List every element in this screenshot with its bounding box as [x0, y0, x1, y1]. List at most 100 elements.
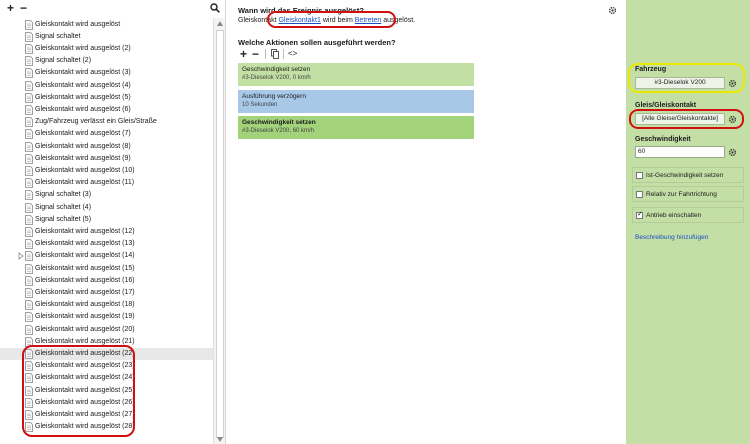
- gear-icon[interactable]: [608, 6, 617, 15]
- document-icon: [25, 190, 33, 201]
- tree-item[interactable]: Gleiskontakt wird ausgelöst (14): [0, 250, 213, 262]
- action-card[interactable]: Geschwindigkeit setzen #3-Dieselok V200, …: [238, 63, 474, 86]
- remove-event-button[interactable]: −: [20, 2, 27, 14]
- tree-item[interactable]: Gleiskontakt wird ausgelöst (7): [0, 128, 213, 140]
- tree-item-label: Gleiskontakt wird ausgelöst (20): [35, 325, 135, 333]
- track-gear-icon[interactable]: [728, 115, 737, 124]
- tree-item[interactable]: Gleiskontakt wird ausgelöst (4): [0, 80, 213, 92]
- tree-item-label: Gleiskontakt wird ausgelöst (4): [35, 81, 131, 89]
- expand-arrow-icon[interactable]: [18, 252, 24, 261]
- tree-item[interactable]: Gleiskontakt wird ausgelöst (24): [0, 372, 213, 384]
- tree-item-label: Gleiskontakt wird ausgelöst (21): [35, 337, 135, 345]
- checkmark-icon: ✓: [637, 211, 643, 218]
- tree-item[interactable]: Gleiskontakt wird ausgelöst (21): [0, 336, 213, 348]
- document-icon: [25, 385, 33, 396]
- speed-input[interactable]: 60: [635, 146, 725, 158]
- tree-item[interactable]: Gleiskontakt wird ausgelöst (27): [0, 409, 213, 421]
- scroll-up-icon[interactable]: [217, 21, 223, 26]
- tree-item[interactable]: Signal schaltet (5): [0, 214, 213, 226]
- document-icon: [25, 287, 33, 298]
- tree-item[interactable]: Gleiskontakt wird ausgelöst (9): [0, 153, 213, 165]
- add-action-button[interactable]: +: [240, 48, 247, 60]
- option-row[interactable]: ✓ Antrieb einschalten: [632, 207, 744, 223]
- document-icon: [25, 165, 33, 176]
- tree-item-label: Signal schaltet (4): [35, 203, 92, 211]
- tree-item[interactable]: Gleiskontakt wird ausgelöst (20): [0, 324, 213, 336]
- tree-item[interactable]: Zug/Fahrzeug verlässt ein Gleis/Straße: [0, 116, 213, 128]
- scroll-down-icon[interactable]: [217, 437, 223, 442]
- tree-item[interactable]: Gleiskontakt wird ausgelöst (22): [0, 347, 213, 360]
- tree-item[interactable]: Gleiskontakt wird ausgelöst (6): [0, 104, 213, 116]
- search-icon[interactable]: [210, 3, 220, 13]
- code-view-button[interactable]: <>: [288, 49, 297, 59]
- document-icon: [25, 300, 33, 310]
- tree-item[interactable]: Gleiskontakt wird ausgelöst (28): [0, 421, 213, 433]
- event-list-scrollbar[interactable]: [213, 18, 225, 444]
- tree-item[interactable]: Gleiskontakt wird ausgelöst: [0, 19, 213, 31]
- action-subtitle: #3-Dieselok V200, 60 km/h: [242, 128, 315, 134]
- tree-item[interactable]: Gleiskontakt wird ausgelöst (16): [0, 275, 213, 287]
- trigger-type-link[interactable]: Betreten: [355, 17, 381, 24]
- tree-item-label: Gleiskontakt wird ausgelöst (26): [35, 398, 135, 406]
- tree-item[interactable]: Gleiskontakt wird ausgelöst (25): [0, 385, 213, 397]
- option-checkbox[interactable]: [636, 172, 643, 179]
- tree-item[interactable]: Signal schaltet: [0, 31, 213, 43]
- document-icon: [25, 43, 33, 54]
- event-list-toolbar: + −: [0, 0, 226, 18]
- scroll-thumb[interactable]: [216, 30, 224, 438]
- vehicle-gear-icon[interactable]: [728, 79, 737, 88]
- toolbar-separator: [283, 49, 284, 59]
- option-checkbox[interactable]: ✓: [636, 211, 643, 219]
- add-event-button[interactable]: +: [7, 2, 14, 14]
- document-icon: [25, 348, 33, 359]
- tree-item[interactable]: Gleiskontakt wird ausgelöst (5): [0, 92, 213, 104]
- document-icon: [25, 56, 33, 66]
- tree-item[interactable]: Signal schaltet (3): [0, 189, 213, 201]
- remove-action-button[interactable]: −: [252, 48, 259, 60]
- option-label: Ist-Geschwindigkeit setzen: [646, 172, 724, 179]
- tree-item-label: Gleiskontakt wird ausgelöst (16): [35, 276, 135, 284]
- tree-item-label: Signal schaltet (3): [35, 191, 92, 199]
- contact-link[interactable]: Gleiskontakt1: [278, 17, 320, 24]
- event-prefix-text: Gleiskontakt: [238, 17, 277, 24]
- tree-item[interactable]: Gleiskontakt wird ausgelöst (11): [0, 177, 213, 189]
- tree-item[interactable]: Gleiskontakt wird ausgelöst (2): [0, 43, 213, 55]
- tree-item[interactable]: Gleiskontakt wird ausgelöst (3): [0, 67, 213, 79]
- tree-item[interactable]: Gleiskontakt wird ausgelöst (19): [0, 311, 213, 323]
- action-title: Geschwindigkeit setzen: [242, 66, 311, 73]
- option-checkbox[interactable]: [636, 191, 643, 198]
- tree-item[interactable]: Signal schaltet (4): [0, 202, 213, 214]
- speed-gear-icon[interactable]: [728, 148, 737, 157]
- tree-item[interactable]: Gleiskontakt wird ausgelöst (12): [0, 226, 213, 238]
- action-card[interactable]: Geschwindigkeit setzen #3-Dieselok V200, …: [238, 116, 474, 139]
- tree-item-label: Gleiskontakt wird ausgelöst (2): [35, 44, 131, 52]
- document-icon: [25, 336, 33, 347]
- document-icon: [25, 214, 33, 225]
- tree-item-label: Signal schaltet (2): [35, 57, 92, 65]
- tree-item-label: Gleiskontakt wird ausgelöst (19): [35, 313, 135, 321]
- speed-label: Geschwindigkeit: [635, 136, 691, 143]
- tree-item[interactable]: Signal schaltet (2): [0, 55, 213, 67]
- event-editor: Wann wird das Ereignis ausgelöst? Gleisk…: [227, 0, 625, 444]
- tree-item-label: Gleiskontakt wird ausgelöst (15): [35, 264, 135, 272]
- document-icon: [25, 422, 33, 432]
- vehicle-select[interactable]: #3-Dieselok V200: [635, 77, 725, 89]
- option-row[interactable]: Ist-Geschwindigkeit setzen: [632, 167, 744, 183]
- option-row[interactable]: Relativ zur Fahrtrichtung: [632, 186, 744, 202]
- action-card[interactable]: Ausführung verzögern 10 Sekunden: [238, 90, 474, 113]
- tree-item[interactable]: Gleiskontakt wird ausgelöst (8): [0, 141, 213, 153]
- tree-item[interactable]: Gleiskontakt wird ausgelöst (26): [0, 397, 213, 409]
- document-icon: [25, 202, 33, 213]
- add-description-link[interactable]: Beschreibung hinzufügen: [635, 234, 708, 241]
- track-select[interactable]: [Alle Gleise/Gleiskontakte]: [635, 113, 725, 125]
- tree-item[interactable]: Gleiskontakt wird ausgelöst (18): [0, 299, 213, 311]
- copy-icon[interactable]: [271, 49, 279, 59]
- document-icon: [25, 153, 33, 164]
- tree-item[interactable]: Gleiskontakt wird ausgelöst (17): [0, 287, 213, 299]
- tree-item[interactable]: Gleiskontakt wird ausgelöst (10): [0, 165, 213, 177]
- tree-item-label: Gleiskontakt wird ausgelöst (23): [35, 362, 135, 370]
- document-icon: [25, 373, 33, 384]
- tree-item[interactable]: Gleiskontakt wird ausgelöst (15): [0, 263, 213, 275]
- tree-item[interactable]: Gleiskontakt wird ausgelöst (23): [0, 360, 213, 372]
- tree-item[interactable]: Gleiskontakt wird ausgelöst (13): [0, 238, 213, 250]
